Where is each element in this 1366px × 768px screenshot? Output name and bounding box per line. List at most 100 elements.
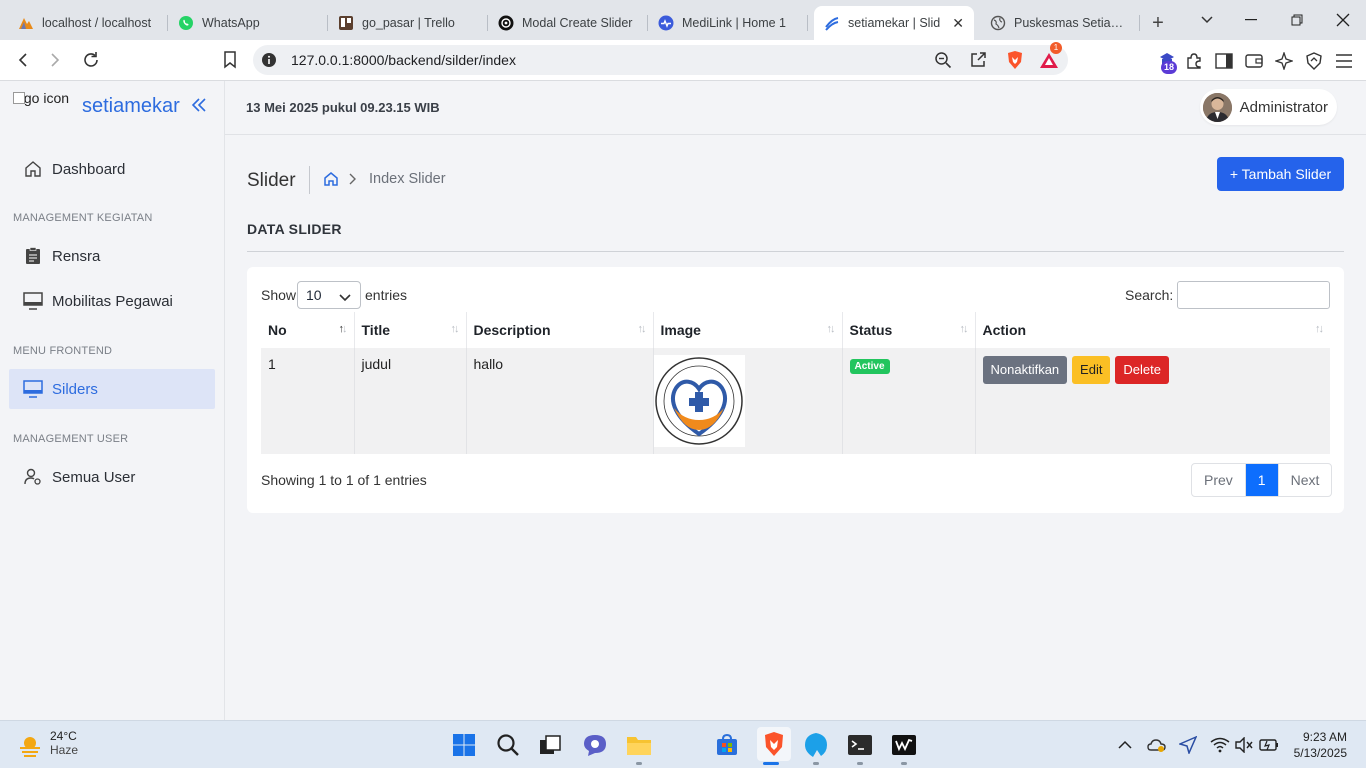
browser-tab[interactable]: go_pasar | Trello (328, 6, 488, 40)
extension-shield-icon[interactable]: 18 (1156, 50, 1178, 74)
slider-table: No ↑↓ Title ↑↓ Description ↑↓ Image ↑↓ S… (261, 312, 1330, 454)
brand: logo icon setiamekar (0, 81, 224, 135)
search-label: Search: (1125, 287, 1174, 303)
window-controls (1228, 0, 1366, 40)
warp-icon[interactable] (890, 731, 918, 759)
column-label: No (268, 322, 287, 338)
trello-icon (338, 15, 354, 31)
brave-shields-icon[interactable] (1005, 50, 1025, 70)
search-input[interactable] (1177, 281, 1330, 309)
wifi-icon[interactable] (1210, 735, 1230, 755)
column-header-title[interactable]: Title ↑↓ (354, 312, 467, 348)
sidebar-item-label: Silders (52, 380, 98, 398)
cell-image (653, 348, 843, 454)
rewards-badge: 1 (1050, 42, 1062, 54)
extensions-puzzle-icon[interactable] (1183, 50, 1205, 72)
whatsapp-icon (178, 15, 194, 31)
volume-muted-icon[interactable] (1234, 735, 1254, 755)
address-bar[interactable]: 127.0.0.1:8000/backend/silder/index 1 (253, 42, 1068, 75)
sidebar-collapse-icon[interactable] (191, 97, 207, 118)
brand-name[interactable]: setiamekar (82, 95, 180, 118)
sidebar-item-label: Dashboard (52, 160, 126, 178)
search-icon[interactable] (494, 731, 522, 759)
weather-widget[interactable]: 24°C Haze (18, 729, 78, 758)
section-title: DATA SLIDER (247, 221, 342, 237)
delete-button[interactable]: Delete (1115, 356, 1169, 384)
tab-title: MediLink | Home 1 (682, 16, 786, 30)
cell-title: judul (354, 348, 467, 454)
file-explorer-icon[interactable] (625, 731, 653, 759)
close-tab-icon[interactable]: ✕ (952, 15, 964, 32)
next-page-button[interactable]: Next (1279, 464, 1332, 496)
add-slider-button[interactable]: + Tambah Slider (1217, 157, 1344, 191)
minimize-icon[interactable] (1228, 0, 1274, 40)
location-icon[interactable] (1178, 735, 1198, 755)
prev-page-button[interactable]: Prev (1192, 464, 1246, 496)
breadcrumb-home-icon[interactable] (323, 171, 339, 192)
column-header-description[interactable]: Description ↑↓ (466, 312, 654, 348)
reload-icon[interactable] (76, 45, 106, 75)
menu-icon[interactable] (1333, 50, 1355, 72)
onedrive-icon[interactable] (1147, 735, 1167, 755)
column-label: Title (361, 322, 391, 338)
page-button-current[interactable]: 1 (1245, 464, 1279, 496)
site-info-icon[interactable] (259, 50, 279, 70)
browser-tab-active[interactable]: setiamekar | Slid ✕ (814, 6, 974, 40)
section-label: MENU FRONTEND (13, 345, 113, 357)
close-window-icon[interactable] (1320, 0, 1366, 40)
share-icon[interactable] (968, 50, 988, 70)
browser-tab[interactable]: Modal Create Slider (488, 6, 648, 40)
sidebar-toggle-icon[interactable] (1213, 50, 1235, 72)
slider-thumbnail[interactable] (653, 355, 745, 447)
start-icon[interactable] (450, 731, 478, 759)
vpn-icon[interactable] (1303, 50, 1325, 72)
task-view-icon[interactable] (536, 731, 564, 759)
monitor-icon (23, 379, 43, 399)
brave-browser-icon[interactable] (757, 727, 791, 761)
chat-icon[interactable] (581, 731, 609, 759)
browser-tab[interactable]: Puskesmas Setiamek (980, 6, 1140, 40)
store-icon[interactable] (713, 731, 741, 759)
back-icon[interactable] (8, 45, 38, 75)
sidebar-item-sliders[interactable]: Silders (9, 369, 215, 409)
system-clock[interactable]: 9:23 AM 5/13/2025 (1294, 729, 1347, 761)
restore-icon[interactable] (1274, 0, 1320, 40)
column-header-action[interactable]: Action ↑↓ (975, 312, 1330, 348)
column-header-status[interactable]: Status ↑↓ (842, 312, 976, 348)
section-label: MANAGEMENT USER (13, 433, 129, 445)
bookmark-icon[interactable] (215, 45, 245, 75)
chevron-up-icon[interactable] (1115, 735, 1135, 755)
column-label: Description (473, 322, 551, 338)
sidebar-item-label: Semua User (52, 468, 136, 486)
browser-tab[interactable]: localhost / localhost (8, 6, 168, 40)
sidebar-item-dashboard[interactable]: Dashboard (9, 149, 215, 189)
sidebar-item-label: Rensra (52, 247, 101, 265)
user-menu-button[interactable]: Administrator (1199, 89, 1337, 125)
tab-search-chevron-icon[interactable] (1190, 3, 1224, 37)
column-header-no[interactable]: No ↑↓ (261, 312, 355, 348)
tab-title: go_pasar | Trello (362, 16, 455, 30)
deactivate-button[interactable]: Nonaktifkan (982, 356, 1068, 384)
sidebar-item-mobilitas[interactable]: Mobilitas Pegawai (9, 281, 215, 321)
terminal-icon[interactable] (846, 731, 874, 759)
medilink-icon (658, 15, 674, 31)
tab-title: setiamekar | Slid (848, 16, 941, 30)
new-tab-button[interactable]: + (1140, 6, 1176, 40)
avatar (1202, 92, 1232, 122)
browser-tab[interactable]: MediLink | Home 1 (648, 6, 808, 40)
tab-title: localhost / localhost (42, 16, 152, 30)
zoom-icon[interactable] (933, 50, 953, 70)
entries-select[interactable]: 10 (297, 281, 361, 309)
browser-tab[interactable]: WhatsApp (168, 6, 328, 40)
column-header-image[interactable]: Image ↑↓ (653, 312, 843, 348)
edit-button[interactable]: Edit (1072, 356, 1111, 384)
sidebar-item-semua-user[interactable]: Semua User (9, 457, 215, 497)
sort-icon: ↑↓ (450, 323, 460, 335)
sidebar-item-rensra[interactable]: Rensra (9, 236, 215, 276)
leo-ai-icon[interactable] (1273, 50, 1295, 72)
forward-icon[interactable] (40, 45, 70, 75)
tableplus-icon[interactable] (802, 731, 830, 759)
battery-icon[interactable] (1259, 735, 1279, 755)
column-label: Action (982, 322, 1027, 338)
wallet-icon[interactable] (1243, 50, 1265, 72)
